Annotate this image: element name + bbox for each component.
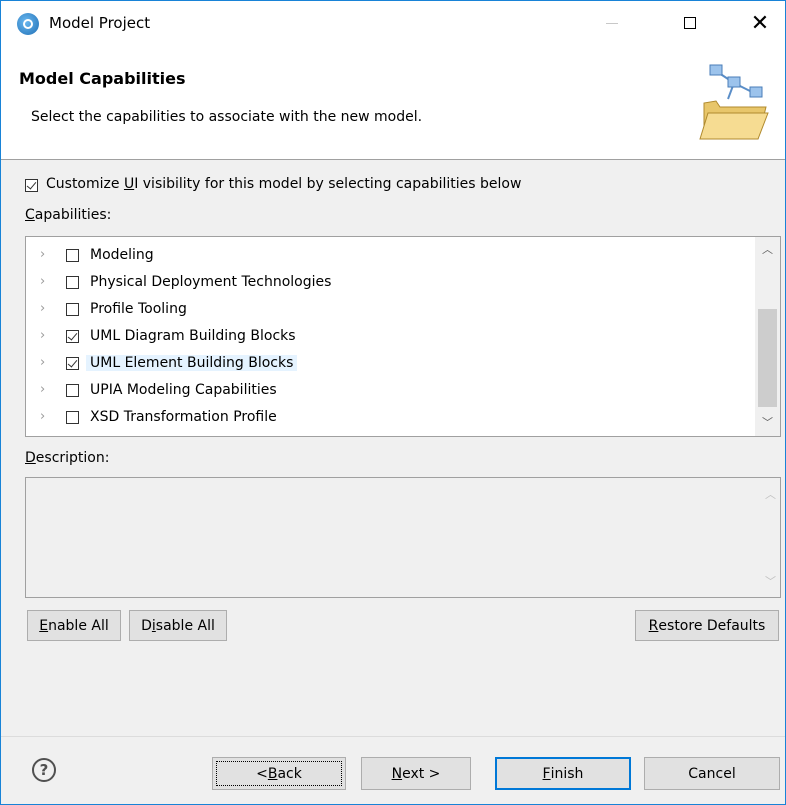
expand-chevron-icon[interactable]: ›: [40, 328, 45, 343]
desc-scroll-up-icon: ︿: [765, 488, 776, 501]
customize-ui-checkbox[interactable]: [25, 179, 38, 192]
tree-scrollbar[interactable]: ︿ ﹀: [755, 237, 780, 436]
capability-checkbox[interactable]: [66, 303, 79, 316]
capability-checkbox[interactable]: [66, 357, 79, 370]
scroll-up-icon[interactable]: ︿: [755, 241, 780, 259]
back-mnemonic: B: [267, 765, 278, 782]
help-icon[interactable]: ?: [32, 758, 56, 782]
capability-label[interactable]: UML Diagram Building Blocks: [90, 328, 296, 344]
capability-checkbox[interactable]: [66, 249, 79, 262]
expand-chevron-icon[interactable]: ›: [40, 409, 45, 424]
page-description: Select the capabilities to associate wit…: [31, 109, 423, 125]
close-icon: ✕: [750, 10, 770, 36]
window-title: Model Project: [49, 14, 151, 32]
app-logo-icon: [17, 13, 39, 35]
capability-label[interactable]: XSD Transformation Profile: [90, 409, 277, 425]
capability-label[interactable]: UPIA Modeling Capabilities: [90, 382, 277, 398]
customize-label-text-2: I visibility for this model by selecting…: [134, 176, 522, 192]
enable-mnemonic: E: [39, 617, 49, 634]
next-label: ext >: [402, 765, 441, 782]
page-title: Model Capabilities: [19, 69, 186, 88]
disable-label-2: sable All: [155, 617, 215, 634]
folder-network-icon: [699, 64, 769, 140]
maximize-icon: [684, 17, 696, 29]
wizard-header: Model Capabilities Select the capabiliti…: [1, 45, 785, 160]
maximize-button[interactable]: [667, 1, 713, 45]
capability-row[interactable]: › UML Diagram Building Blocks: [26, 324, 780, 350]
back-label-1: <: [256, 765, 268, 782]
enable-all-button[interactable]: Enable All: [27, 610, 121, 641]
capability-label[interactable]: Physical Deployment Technologies: [90, 274, 331, 290]
capability-row[interactable]: › UML Element Building Blocks: [26, 351, 780, 377]
description-text-area[interactable]: ︿ ﹀: [25, 477, 781, 598]
capability-label[interactable]: Modeling: [90, 247, 154, 263]
customize-label-mnemonic: U: [123, 176, 135, 192]
expand-chevron-icon[interactable]: ›: [40, 382, 45, 397]
capability-label[interactable]: UML Element Building Blocks: [86, 355, 298, 371]
footer-divider: [1, 736, 785, 737]
expand-chevron-icon[interactable]: ›: [40, 301, 45, 316]
capability-checkbox[interactable]: [66, 411, 79, 424]
finish-mnemonic: F: [542, 765, 551, 782]
capability-row[interactable]: › UPIA Modeling Capabilities: [26, 378, 780, 404]
back-label-2: ack: [277, 765, 302, 782]
capability-checkbox[interactable]: [66, 276, 79, 289]
restore-defaults-button[interactable]: Restore Defaults: [635, 610, 779, 641]
expand-chevron-icon[interactable]: ›: [40, 247, 45, 262]
minimize-button[interactable]: [589, 1, 635, 45]
enable-label: nable All: [48, 617, 109, 634]
capability-checkbox[interactable]: [66, 384, 79, 397]
expand-chevron-icon[interactable]: ›: [40, 274, 45, 289]
capability-row[interactable]: › Physical Deployment Technologies: [26, 270, 780, 296]
disable-label-1: D: [141, 617, 152, 634]
scrollbar-thumb[interactable]: [758, 309, 777, 407]
restore-mnemonic: R: [648, 617, 659, 634]
finish-button[interactable]: Finish: [495, 757, 631, 790]
capabilities-label: Capabilities:: [25, 207, 111, 223]
capabilities-label-mnemonic: C: [25, 207, 35, 223]
close-button[interactable]: ✕: [737, 1, 783, 45]
description-label: Description:: [25, 450, 109, 466]
description-label-mnemonic: D: [25, 450, 36, 466]
expand-chevron-icon[interactable]: ›: [40, 355, 45, 370]
disable-all-button[interactable]: Di sable All: [129, 610, 227, 641]
capability-row[interactable]: › Modeling: [26, 243, 780, 269]
next-button[interactable]: Next >: [361, 757, 471, 790]
next-mnemonic: N: [391, 765, 403, 782]
desc-scroll-down-icon: ﹀: [765, 575, 776, 588]
back-button[interactable]: < Back: [212, 757, 346, 790]
capabilities-label-text: apabilities:: [34, 207, 112, 223]
customize-label-text-1: Customize: [46, 176, 124, 192]
restore-label: estore Defaults: [658, 617, 766, 634]
capability-row[interactable]: › XSD Transformation Profile: [26, 405, 780, 431]
finish-label: inish: [550, 765, 584, 782]
customize-ui-label[interactable]: Customize UI visibility for this model b…: [46, 176, 521, 192]
capability-row[interactable]: › Profile Tooling: [26, 297, 780, 323]
capability-checkbox[interactable]: [66, 330, 79, 343]
cancel-button[interactable]: Cancel: [644, 757, 780, 790]
capabilities-tree[interactable]: › Modeling › Physical Deployment Technologi…: [25, 236, 781, 437]
scroll-down-icon[interactable]: ﹀: [755, 414, 780, 432]
capability-label[interactable]: Profile Tooling: [90, 301, 187, 317]
title-bar[interactable]: Model Project ✕: [1, 1, 785, 45]
model-project-dialog: Model Project ✕ Model Capabilities Selec…: [0, 0, 786, 805]
minimize-icon: [606, 22, 618, 24]
description-label-text: escription:: [35, 450, 110, 466]
